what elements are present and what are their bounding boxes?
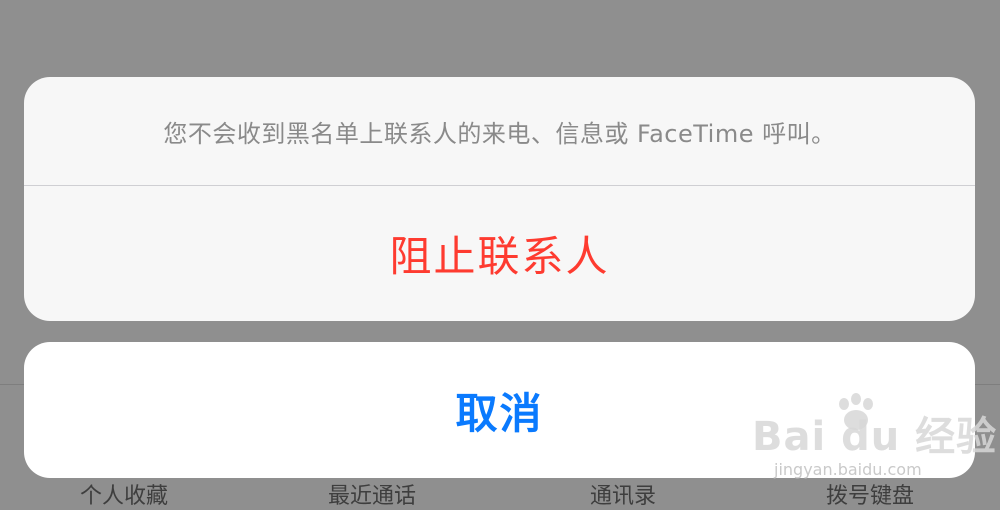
action-sheet-message: 您不会收到黑名单上联系人的来电、信息或 FaceTime 呼叫。 [163, 119, 836, 148]
block-contact-button[interactable]: 阻止联系人 [24, 186, 975, 321]
action-sheet: 您不会收到黑名单上联系人的来电、信息或 FaceTime 呼叫。 阻止联系人 [24, 77, 975, 321]
tab-favorites: 个人收藏 [80, 484, 169, 509]
baidu-jingyan-watermark: Bai du 经验 jingyan.baidu.com [752, 392, 996, 500]
tab-contacts: 通讯录 [590, 484, 657, 509]
tab-recents: 最近通话 [328, 484, 417, 509]
watermark-main-text: Bai du 经验 [752, 414, 998, 460]
watermark-url-text: jingyan.baidu.com [774, 460, 922, 479]
